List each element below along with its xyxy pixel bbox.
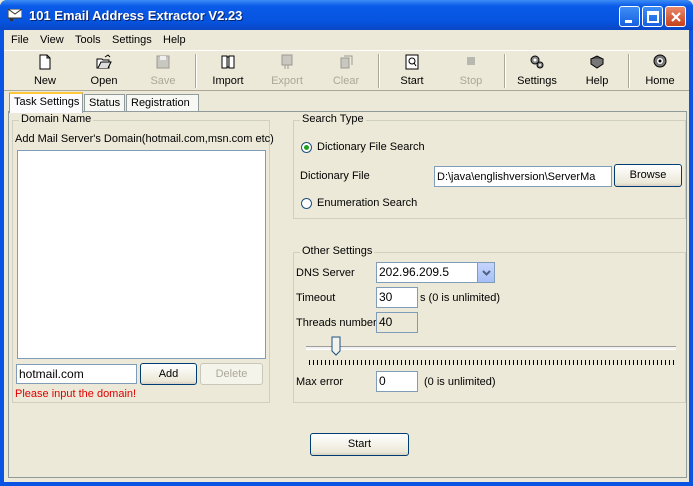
help-book-icon	[590, 55, 604, 69]
dictionary-file-label: Dictionary File	[300, 170, 370, 182]
settings-label: Settings	[517, 75, 557, 87]
maximize-button[interactable]	[642, 6, 663, 27]
menu-help[interactable]: Help	[163, 34, 186, 46]
dns-server-value: 202.96.209.5	[379, 265, 450, 279]
domain-error-message: Please input the domain!	[15, 388, 137, 400]
app-icon	[8, 9, 22, 21]
dictionary-search-radio[interactable]	[301, 142, 312, 153]
tab-registration[interactable]: Registration	[126, 94, 199, 112]
stop-button[interactable]: Stop	[443, 53, 499, 89]
save-button[interactable]: Save	[135, 53, 191, 89]
domain-group: Domain Name Add Mail Server's Domain(hot…	[12, 113, 274, 403]
start-toolbar-button[interactable]: Start	[384, 53, 440, 89]
toolbar: New Open Save Import Export Clear Start …	[4, 50, 689, 91]
import-book-icon	[221, 55, 235, 69]
other-settings-group: Other Settings DNS Server 202.96.209.5 T…	[293, 245, 686, 403]
export-button[interactable]: Export	[259, 53, 315, 89]
save-disk-icon	[156, 55, 170, 69]
export-icon	[281, 54, 293, 69]
new-file-icon	[39, 54, 51, 70]
max-error-input[interactable]: 0	[376, 371, 418, 392]
domain-instruction: Add Mail Server's Domain(hotmail.com,msn…	[15, 133, 274, 145]
domain-input[interactable]: hotmail.com	[16, 364, 137, 384]
menu-file[interactable]: File	[11, 34, 29, 46]
tab-task-settings[interactable]: Task Settings	[9, 92, 83, 113]
open-label: Open	[90, 75, 118, 87]
clear-label: Clear	[332, 75, 360, 87]
search-type-group: Search Type Dictionary File Search Dicti…	[293, 113, 686, 219]
import-label: Import	[212, 75, 244, 87]
clear-button[interactable]: Clear	[318, 53, 374, 89]
domain-listbox[interactable]	[17, 150, 266, 359]
browse-button[interactable]: Browse	[614, 164, 682, 187]
clear-icon	[340, 55, 353, 69]
toolbar-separator	[628, 54, 630, 88]
add-domain-button[interactable]: Add	[140, 363, 197, 385]
other-settings-legend: Other Settings	[300, 245, 375, 257]
start-button[interactable]: Start	[310, 433, 409, 456]
toolbar-separator	[378, 54, 380, 88]
menu-tools[interactable]: Tools	[75, 34, 101, 46]
toolbar-separator	[195, 54, 197, 88]
start-label: Start	[400, 75, 424, 87]
enumeration-search-label: Enumeration Search	[317, 197, 418, 209]
open-button[interactable]: Open	[76, 53, 132, 89]
new-label: New	[33, 75, 56, 87]
help-label: Help	[585, 75, 609, 87]
delete-domain-button[interactable]: Delete	[200, 363, 263, 385]
settings-button[interactable]: Settings	[509, 53, 565, 89]
search-type-legend: Search Type	[300, 113, 366, 125]
export-label: Export	[271, 75, 303, 87]
home-button[interactable]: Home	[632, 53, 688, 89]
home-icon	[653, 54, 667, 68]
dns-server-label: DNS Server	[296, 267, 355, 279]
dns-dropdown-button[interactable]	[477, 263, 494, 282]
start-search-icon	[405, 54, 419, 70]
task-settings-panel: Domain Name Add Mail Server's Domain(hot…	[8, 111, 687, 478]
stop-icon	[467, 57, 475, 65]
timeout-input[interactable]: 30	[376, 287, 418, 308]
save-label: Save	[150, 75, 176, 87]
domain-legend: Domain Name	[19, 113, 94, 125]
close-button[interactable]	[665, 6, 686, 27]
threads-slider-track[interactable]	[306, 346, 676, 350]
minimize-button[interactable]	[619, 6, 640, 27]
threads-number-display: 40	[376, 312, 418, 333]
threads-number-label: Threads number	[296, 317, 377, 329]
threads-slider-ticks	[309, 360, 675, 365]
client-area: File View Tools Settings Help New Open S…	[4, 30, 689, 482]
enumeration-search-radio[interactable]	[301, 198, 312, 209]
gear-icon	[530, 55, 544, 69]
max-error-hint: (0 is unlimited)	[424, 376, 496, 388]
timeout-hint: s (0 is unlimited)	[420, 292, 501, 304]
dictionary-search-label: Dictionary File Search	[317, 141, 425, 153]
toolbar-separator	[504, 54, 506, 88]
import-button[interactable]: Import	[200, 53, 256, 89]
home-label: Home	[645, 75, 675, 87]
stop-label: Stop	[459, 75, 483, 87]
window-title: 101 Email Address Extractor V2.23	[29, 8, 243, 23]
chevron-down-icon	[482, 270, 491, 276]
timeout-label: Timeout	[296, 292, 336, 304]
tab-status[interactable]: Status	[84, 94, 125, 112]
menu-view[interactable]: View	[40, 34, 64, 46]
app-window: 101 Email Address Extractor V2.23 File V…	[0, 0, 693, 486]
title-bar[interactable]: 101 Email Address Extractor V2.23	[0, 0, 693, 30]
menu-bar: File View Tools Settings Help	[4, 30, 689, 50]
help-button[interactable]: Help	[569, 53, 625, 89]
dns-server-combo[interactable]: 202.96.209.5	[376, 262, 495, 283]
new-button[interactable]: New	[17, 53, 73, 89]
menu-settings[interactable]: Settings	[112, 34, 152, 46]
threads-slider-thumb[interactable]	[331, 336, 341, 356]
open-folder-icon	[96, 54, 112, 69]
dictionary-file-input[interactable]: D:\java\englishversion\ServerMa	[434, 166, 612, 187]
max-error-label: Max error	[296, 376, 344, 388]
